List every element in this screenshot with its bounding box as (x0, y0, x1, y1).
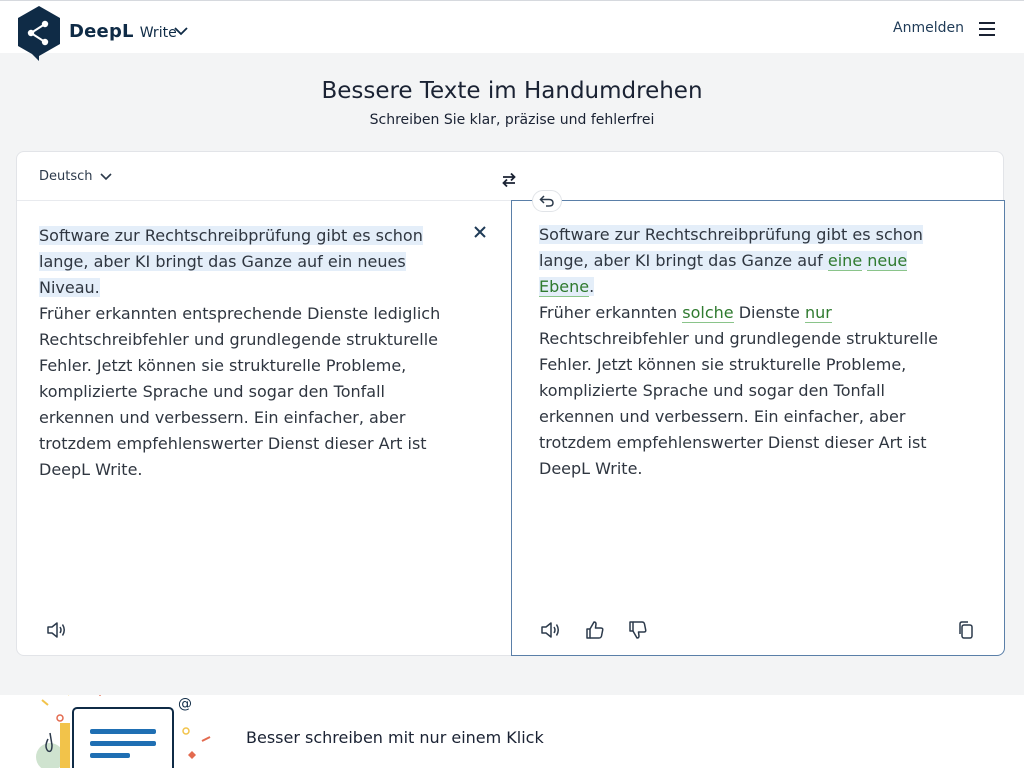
hamburger-menu-icon[interactable] (978, 21, 996, 37)
improved-text-pane[interactable]: Software zur Rechtschreibprüfung gibt es… (511, 190, 1005, 656)
document-illustration: @ (36, 695, 211, 768)
editor-card: Deutsch Software zur Rechtschreibprüfung… (16, 151, 1005, 656)
chevron-down-icon (99, 172, 112, 180)
result-text-segment: Früher erkannten (539, 303, 683, 322)
brand-name: DeepL (69, 21, 134, 42)
login-link[interactable]: Anmelden (893, 20, 964, 36)
result-highlight-line-2: lange, aber KI bringt das Ganze auf eine… (539, 251, 908, 297)
thumbs-up-icon[interactable] (584, 619, 606, 641)
result-highlight-line-1: Software zur Rechtschreibprüfung gibt es… (539, 225, 923, 244)
page-subtitle: Schreiben Sie klar, präzise und fehlerfr… (369, 112, 655, 128)
result-text-segment: lange, aber KI bringt das Ganze auf (539, 251, 828, 270)
language-select[interactable]: Deutsch (39, 169, 112, 184)
changed-word[interactable]: nur (804, 303, 832, 323)
deepl-logo[interactable] (16, 5, 62, 61)
swap-icon[interactable] (501, 171, 517, 189)
chevron-down-icon[interactable] (173, 25, 189, 37)
top-navigation-bar: DeepL Write Anmelden (0, 0, 1024, 61)
editor-header: Deutsch (17, 152, 1003, 201)
improved-text[interactable]: Software zur Rechtschreibprüfung gibt es… (539, 222, 959, 482)
language-label: Deutsch (39, 169, 93, 184)
source-rest-text: Früher erkannten entsprechende Dienste l… (39, 304, 441, 479)
undo-button[interactable] (532, 190, 562, 212)
page-title: Bessere Texte im Handumdrehen (321, 78, 703, 104)
source-highlight-line-1: Software zur Rechtschreibprüfung gibt es… (39, 226, 423, 245)
brand[interactable]: DeepL Write (69, 21, 177, 42)
speaker-icon[interactable] (45, 619, 67, 641)
close-icon[interactable] (473, 225, 487, 239)
result-text-segment: . (589, 277, 595, 296)
result-text-segment: Dienste (733, 303, 805, 322)
brand-product: Write (139, 25, 177, 41)
undo-icon (539, 195, 554, 207)
speaker-icon[interactable] (539, 619, 561, 641)
source-text[interactable]: Software zur Rechtschreibprüfung gibt es… (39, 223, 459, 483)
changed-word[interactable]: Ebene (539, 277, 590, 297)
changed-word[interactable]: solche (682, 303, 734, 323)
thumbs-down-icon[interactable] (627, 619, 649, 641)
source-highlight-line-2: lange, aber KI bringt das Ganze auf ein … (39, 252, 406, 297)
svg-text:@: @ (178, 696, 192, 712)
copy-icon[interactable] (955, 619, 977, 641)
promo-section: @ Besser schreiben mit nur einem Klick (0, 695, 1024, 768)
changed-word[interactable]: eine (827, 251, 863, 271)
source-text-pane[interactable]: Software zur Rechtschreibprüfung gibt es… (17, 201, 511, 656)
result-rest-text: Rechtschreibfehler und grundlegende stru… (539, 329, 938, 478)
changed-word[interactable]: neue (867, 251, 908, 271)
promo-tagline: Besser schreiben mit nur einem Klick (246, 728, 544, 747)
